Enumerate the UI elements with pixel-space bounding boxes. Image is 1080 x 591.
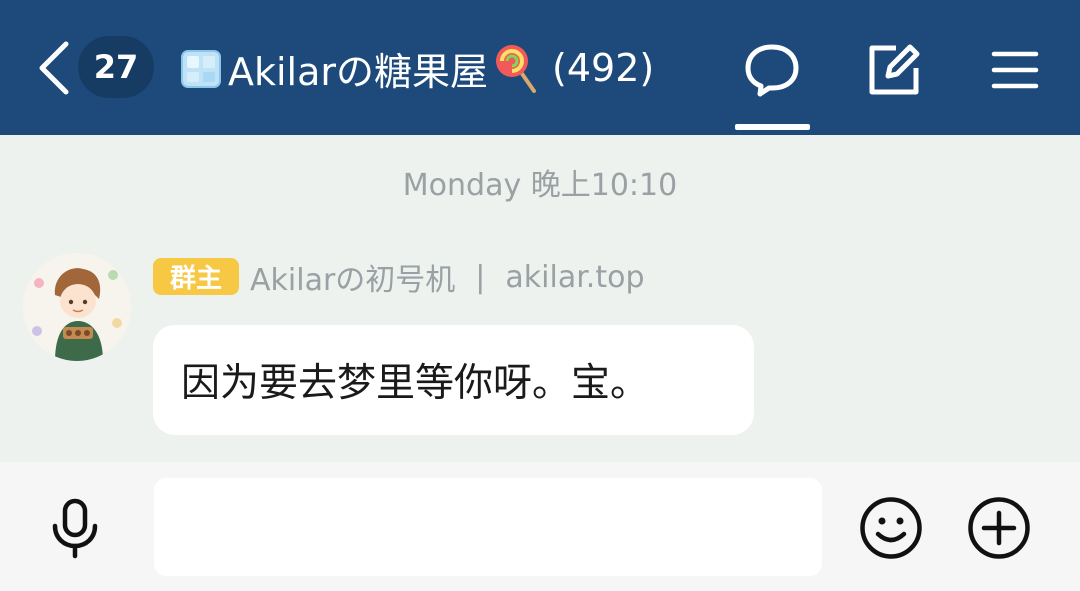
more-button[interactable] xyxy=(966,495,1032,561)
chat-bubble-icon xyxy=(745,44,799,97)
unread-count-badge[interactable]: 27 xyxy=(78,36,154,98)
message-text: 因为要去梦里等你呀。宝。 xyxy=(181,361,650,406)
group-owner-badge: 群主 xyxy=(153,258,239,295)
plus-circle-icon xyxy=(968,497,1030,559)
menu-icon xyxy=(991,51,1039,89)
smiley-icon xyxy=(860,497,922,559)
sender-line[interactable]: Akilarの初号机 | akilar.top xyxy=(250,256,645,299)
menu-button[interactable] xyxy=(985,40,1045,100)
back-button[interactable] xyxy=(30,36,75,100)
message-input[interactable] xyxy=(154,478,822,576)
voice-button[interactable] xyxy=(45,497,105,561)
sender-name: Akilarの初号机 xyxy=(250,263,456,298)
chat-header: 27 Akilarの糖果屋 (492) xyxy=(0,0,1080,135)
message-bubble[interactable]: 因为要去梦里等你呀。宝。 xyxy=(153,325,754,435)
microphone-icon xyxy=(52,498,98,559)
emoji-button[interactable] xyxy=(858,495,924,561)
message-timestamp: Monday 晚上10:10 xyxy=(402,168,678,203)
group-title[interactable]: Akilarの糖果屋 (492) xyxy=(178,40,654,96)
avatar[interactable] xyxy=(23,253,131,361)
chevron-left-icon xyxy=(39,41,68,95)
sender-title: akilar.top xyxy=(505,259,645,295)
edit-icon xyxy=(869,44,920,95)
edit-button[interactable] xyxy=(864,40,924,100)
ice-cube-icon xyxy=(181,50,221,88)
active-tab-indicator xyxy=(735,124,810,130)
chat-tab-button[interactable] xyxy=(742,40,802,100)
sender-separator: | xyxy=(475,259,486,295)
avatar-illustration xyxy=(23,253,131,361)
group-name: Akilarの糖果屋 xyxy=(228,49,489,94)
lollipop-icon xyxy=(496,45,537,93)
member-count: (492) xyxy=(552,46,655,90)
